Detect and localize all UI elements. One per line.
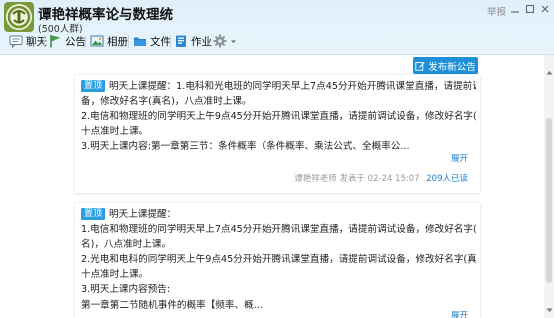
toolbar-divider [128,35,129,48]
close-icon[interactable] [539,3,551,15]
gear-icon [213,34,227,48]
announcement-body: 置顶 明天上课提醒： 1.电信和物理班的同学明天早上7点45分开始开腾讯课堂直播，… [81,207,476,313]
tab-homework[interactable]: 作业 [174,31,212,51]
tab-chat[interactable]: 聊天 [9,31,47,51]
settings-menu[interactable] [213,31,237,51]
scroll-up-arrow-icon[interactable] [544,67,554,77]
maximize-icon[interactable] [524,3,536,15]
read-count-link[interactable]: 209人已读 [426,174,468,184]
toolbar-divider [44,35,45,48]
pinned-badge: 置顶 [81,80,106,92]
expand-link[interactable]: 展开 [451,309,468,318]
report-link[interactable]: 举报 [487,4,506,18]
group-avatar[interactable] [4,2,34,32]
scrollbar-thumb[interactable] [546,118,552,283]
toolbar-divider [170,35,171,48]
announcement-line: 置顶 明天上课提醒：1.电科和光电班的同学明天早上7点45分开始开腾讯课堂直播，请… [81,79,476,94]
announcement-card[interactable]: 置顶 明天上课提醒：1.电科和光电班的同学明天早上7点45分开始开腾讯课堂直播，请… [75,75,480,193]
group-header: 谭艳祥概率论与数理统 (500人群) 举报 聊天 公告 相册 文件 作业 [0,0,554,54]
group-toolbar: 聊天 公告 相册 文件 作业 [0,31,554,51]
toolbar-divider [85,35,86,48]
announcement-line: 第一章第二节随机事件的概率【频率、概... [81,299,263,311]
tab-album-label: 相册 [107,35,128,48]
announcement-line: 2.电信和物理班的同学明天上午9点45分开始开腾讯课堂直播，请提前调试设备，修改… [81,111,476,123]
tab-announcements[interactable]: 公告 [48,31,86,51]
expand-link[interactable]: 展开 [451,152,468,164]
group-title: 谭艳祥概率论与数理统 [38,7,173,23]
tab-files[interactable]: 文件 [133,31,171,51]
tab-files-label: 文件 [150,35,171,48]
announcement-body: 置顶 明天上课提醒：1.电科和光电班的同学明天早上7点45分开始开腾讯课堂直播，请… [81,79,476,154]
tab-announcements-label: 公告 [65,35,86,48]
announcement-line: 3.明天上课内容:第一章第三节：条件概率（条件概率、乘法公式、全概率公... [81,141,410,153]
announcement-line: 备，修改好名字(真名)，八点准时上课。 [81,96,252,108]
announcement-line: 名)，八点准时上课。 [81,239,172,251]
minimize-icon[interactable] [509,3,521,15]
announcement-line: 3.明天上课内容预告: [81,284,171,296]
folder-icon [134,37,146,46]
homework-book-icon [176,35,186,47]
announcement-line: 置顶 明天上课提醒： [81,207,476,222]
announcement-line: 2.光电和电科的同学明天上午9点45分开始开腾讯课堂直播，请提前调试设备，修改好… [81,254,476,266]
tab-homework-label: 作业 [191,35,212,48]
pinned-badge: 置顶 [81,208,106,220]
publish-announcement-label: 发布新公告 [428,61,476,73]
chat-icon [9,35,23,48]
announcement-meta: 谭艳祥老师 发表于 02-24 15:07 209人已读 [294,172,468,184]
announcement-line: 1.电信和物理班的同学明天早上7点45分开始开腾讯课堂直播，请提前调试设备，修改… [81,224,476,236]
published-prefix: 发表于 [339,174,365,184]
scroll-down-arrow-icon[interactable] [544,305,554,315]
announcement-line: 十点准时上课。 [81,269,149,281]
publish-announcement-button[interactable]: 发布新公告 [413,57,478,74]
author-name: 谭艳祥老师 [294,174,337,184]
chevron-down-icon [231,40,236,43]
published-date: 02-24 15:07 [367,174,420,184]
tab-album[interactable]: 相册 [90,31,128,51]
photo-album-icon [90,35,104,47]
announcement-flag-icon [50,35,61,48]
announcements-panel: 发布新公告 置顶 明天上课提醒：1.电科和光电班的同学明天早上7点45分开始开腾讯… [0,55,554,318]
edit-icon [415,61,425,71]
announcement-line: 十点准时上课。 [81,126,149,138]
announcement-card[interactable]: 置顶 明天上课提醒： 1.电信和物理班的同学明天早上7点45分开始开腾讯课堂直播，… [75,203,480,318]
scrollbar[interactable] [544,55,554,318]
